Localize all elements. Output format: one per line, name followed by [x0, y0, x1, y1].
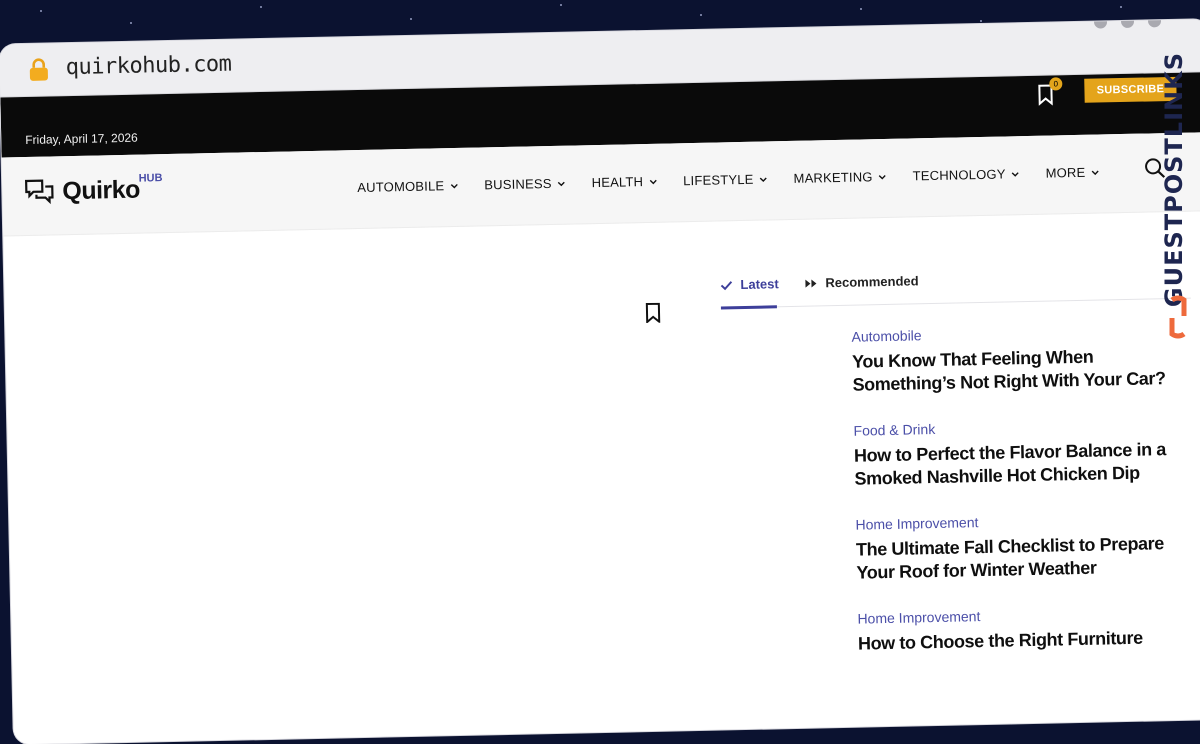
chevron-down-icon — [879, 174, 887, 180]
nav-item-health[interactable]: HEALTH — [591, 174, 657, 190]
browser-window: quirkohub.com Friday, April 17, 2026 0 S… — [0, 0, 1200, 744]
nav-item-lifestyle[interactable]: LIFESTYLE — [683, 171, 768, 188]
chat-bubbles-icon — [25, 179, 54, 205]
window-dot[interactable] — [1147, 19, 1162, 28]
link-icon — [1169, 295, 1187, 339]
list-item: Home Improvement The Ultimate Fall Check… — [855, 510, 1186, 585]
chevron-down-icon — [450, 183, 458, 189]
check-icon — [720, 280, 733, 290]
list-item: Home Improvement How to Choose the Right… — [857, 604, 1188, 656]
tab-label: Latest — [740, 276, 779, 293]
post-category[interactable]: Automobile — [851, 322, 1181, 344]
nav-item-marketing[interactable]: MARKETING — [793, 169, 887, 186]
fast-forward-icon — [805, 279, 817, 288]
post-list: Automobile You Know That Feeling When So… — [851, 322, 1188, 682]
list-item: Food & Drink How to Perfect the Flavor B… — [853, 416, 1184, 491]
watermark-text: GUESTPOSTLINKS — [1160, 52, 1188, 308]
tab-recommended[interactable]: Recommended — [804, 273, 919, 291]
post-title[interactable]: You Know That Feeling When Something’s N… — [852, 344, 1183, 397]
url-text[interactable]: quirkohub.com — [65, 52, 231, 80]
logo-text: Quirko — [62, 175, 141, 206]
post-title[interactable]: How to Choose the Right Furniture — [858, 626, 1188, 656]
nav-item-label: MARKETING — [793, 169, 873, 186]
nav-item-label: HEALTH — [591, 174, 644, 191]
chevron-down-icon — [760, 176, 768, 182]
lock-icon — [29, 58, 48, 81]
window-dot[interactable] — [1093, 19, 1108, 29]
nav-item-label: TECHNOLOGY — [912, 166, 1006, 184]
post-category[interactable]: Food & Drink — [853, 416, 1183, 439]
nav-item-more[interactable]: MORE — [1045, 165, 1099, 181]
current-date: Friday, April 17, 2026 — [25, 130, 138, 147]
bookmark-icon[interactable] — [645, 302, 661, 324]
chevron-down-icon — [649, 179, 657, 184]
list-item: Automobile You Know That Feeling When So… — [851, 322, 1182, 397]
bookmark-count-badge: 0 — [1049, 77, 1063, 91]
active-tab-indicator — [720, 305, 777, 310]
nav-item-technology[interactable]: TECHNOLOGY — [912, 166, 1020, 184]
post-title[interactable]: How to Perfect the Flavor Balance in a S… — [854, 438, 1185, 491]
chevron-down-icon — [1091, 170, 1099, 175]
watermark: GUESTPOSTLINKS — [1156, 52, 1200, 352]
tab-latest[interactable]: Latest — [720, 276, 779, 292]
browser-frame: quirkohub.com Friday, April 17, 2026 0 S… — [0, 19, 1200, 744]
site-logo[interactable]: Quirko HUB — [24, 172, 163, 207]
nav-item-label: AUTOMOBILE — [357, 178, 445, 196]
nav-item-label: BUSINESS — [484, 175, 552, 193]
chevron-down-icon — [1012, 171, 1020, 177]
window-dot[interactable] — [1120, 19, 1135, 29]
nav-menu: AUTOMOBILE BUSINESS HEALTH LIFESTYLE MAR… — [357, 165, 1099, 195]
nav-item-automobile[interactable]: AUTOMOBILE — [357, 178, 458, 195]
tab-label: Recommended — [825, 273, 919, 291]
nav-item-business[interactable]: BUSINESS — [484, 175, 566, 193]
post-tabs: Latest Recommended — [720, 267, 1191, 310]
website: Friday, April 17, 2026 0 SUBSCRIBE Quirk… — [0, 72, 1200, 744]
window-controls — [1093, 19, 1162, 29]
post-category[interactable]: Home Improvement — [857, 604, 1187, 627]
nav-item-label: LIFESTYLE — [682, 171, 754, 189]
nav-item-label: MORE — [1045, 164, 1086, 181]
chevron-down-icon — [558, 181, 566, 186]
logo-suffix: HUB — [138, 172, 163, 185]
main-content: Latest Recommended Automobile You Know T… — [3, 211, 1200, 744]
post-title[interactable]: The Ultimate Fall Checklist to Prepare Y… — [856, 532, 1187, 585]
post-category[interactable]: Home Improvement — [855, 510, 1185, 533]
